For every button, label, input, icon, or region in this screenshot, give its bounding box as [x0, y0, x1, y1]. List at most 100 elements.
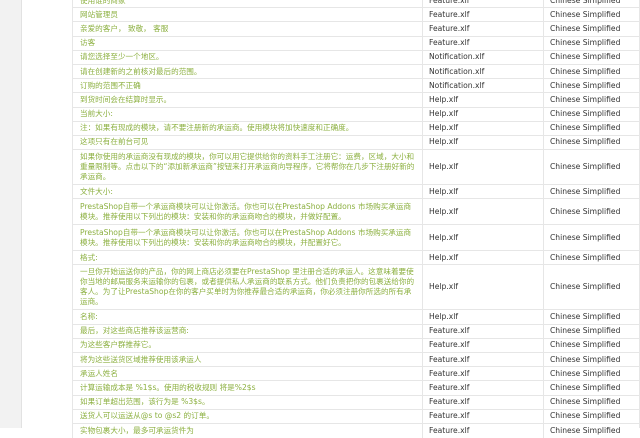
- source-text-cell: 格式:: [73, 251, 423, 265]
- source-text-cell: 这项只有在前台可见: [73, 135, 423, 149]
- language-cell: Chinese Simplified: [544, 0, 640, 8]
- table-row: 亲爱的客户， 致敬， 客服Feature.xlfChinese Simplifi…: [73, 22, 640, 36]
- source-text-cell: 为这些客户群推荐它。: [73, 338, 423, 352]
- language-cell: Chinese Simplified: [544, 199, 640, 225]
- language-cell: Chinese Simplified: [544, 251, 640, 265]
- left-panel-strip: [0, 0, 22, 428]
- file-name-cell: Help.xlf: [423, 310, 544, 324]
- table-row: 将为这些送货区域推荐使用该承运人Feature.xlfChinese Simpl…: [73, 353, 640, 367]
- source-text-cell: 访客: [73, 36, 423, 50]
- translations-table-body: 使用谁的商家Feature.xlfChinese Simplified网站管理员…: [73, 0, 640, 438]
- table-row: 到货时间会在结算时显示。Help.xlfChinese Simplified: [73, 93, 640, 107]
- source-text-cell: 送货人可以运送从@s to @s2 的订单。: [73, 409, 423, 423]
- source-text-cell: 网站管理员: [73, 8, 423, 22]
- source-text-cell: 如果你使用的承运商没有现成的模块，你可以用它提供给你的资料手工注册它：运费，区域…: [73, 150, 423, 185]
- language-cell: Chinese Simplified: [544, 50, 640, 64]
- language-cell: Chinese Simplified: [544, 64, 640, 78]
- table-row: 访客Feature.xlfChinese Simplified: [73, 36, 640, 50]
- source-text-cell: 实物包裹大小，最多可承运货件为: [73, 423, 423, 437]
- source-text-cell: 请在创建新的之前核对最后的范围。: [73, 64, 423, 78]
- table-row: PrestaShop自带一个承运商模块可以让你激活。你也可以在PrestaSho…: [73, 199, 640, 225]
- language-cell: Chinese Simplified: [544, 324, 640, 338]
- language-cell: Chinese Simplified: [544, 225, 640, 251]
- file-name-cell: Notification.xlf: [423, 79, 544, 93]
- table-row: 文件大小:Help.xlfChinese Simplified: [73, 185, 640, 199]
- table-row: 使用谁的商家Feature.xlfChinese Simplified: [73, 0, 640, 8]
- language-cell: Chinese Simplified: [544, 265, 640, 310]
- file-name-cell: Help.xlf: [423, 93, 544, 107]
- table-row: 为这些客户群推荐它。Feature.xlfChinese Simplified: [73, 338, 640, 352]
- source-text-cell: 使用谁的商家: [73, 0, 423, 8]
- table-row: 当前大小:Help.xlfChinese Simplified: [73, 107, 640, 121]
- source-text-cell: 文件大小:: [73, 185, 423, 199]
- table-row: 最后，对这些商店推荐该运营商:Feature.xlfChinese Simpli…: [73, 324, 640, 338]
- language-cell: Chinese Simplified: [544, 79, 640, 93]
- table-row: PrestaShop自带一个承运商模块可以让你激活。你也可以在PrestaSho…: [73, 225, 640, 251]
- file-name-cell: Feature.xlf: [423, 381, 544, 395]
- table-row: 承运人姓名Feature.xlfChinese Simplified: [73, 367, 640, 381]
- language-cell: Chinese Simplified: [544, 409, 640, 423]
- file-name-cell: Feature.xlf: [423, 36, 544, 50]
- source-text-cell: 亲爱的客户， 致敬， 客服: [73, 22, 423, 36]
- source-text-cell: 请您选择至少一个地区。: [73, 50, 423, 64]
- table-row: 订购的范围不正确Notification.xlfChinese Simplifi…: [73, 79, 640, 93]
- source-text-cell: 最后，对这些商店推荐该运营商:: [73, 324, 423, 338]
- file-name-cell: Help.xlf: [423, 135, 544, 149]
- table-row: 注：如果有现成的模块，请不要注册新的承运商。使用模块将加快速度和正确度。Help…: [73, 121, 640, 135]
- language-cell: Chinese Simplified: [544, 121, 640, 135]
- file-name-cell: Feature.xlf: [423, 367, 544, 381]
- source-text-cell: 计算运输成本是 %1$s。使用的税收规则 将是%2$s: [73, 381, 423, 395]
- table-row: 格式:Help.xlfChinese Simplified: [73, 251, 640, 265]
- source-text-cell: 一旦你开始运送你的产品，你的网上商店必须要在PrestaShop 里注册合适的承…: [73, 265, 423, 310]
- file-name-cell: Feature.xlf: [423, 353, 544, 367]
- table-row: 如果你使用的承运商没有现成的模块，你可以用它提供给你的资料手工注册它：运费，区域…: [73, 150, 640, 185]
- translations-table: 使用谁的商家Feature.xlfChinese Simplified网站管理员…: [72, 0, 640, 438]
- source-text-cell: 承运人姓名: [73, 367, 423, 381]
- source-text-cell: 将为这些送货区域推荐使用该承运人: [73, 353, 423, 367]
- file-name-cell: Help.xlf: [423, 121, 544, 135]
- file-name-cell: Help.xlf: [423, 199, 544, 225]
- file-name-cell: Feature.xlf: [423, 409, 544, 423]
- language-cell: Chinese Simplified: [544, 423, 640, 437]
- table-row: 请您选择至少一个地区。Notification.xlfChinese Simpl…: [73, 50, 640, 64]
- source-text-cell: 如果订单超出范围，该行为是 %3$s。: [73, 395, 423, 409]
- file-name-cell: Feature.xlf: [423, 324, 544, 338]
- file-name-cell: Feature.xlf: [423, 22, 544, 36]
- file-name-cell: Feature.xlf: [423, 395, 544, 409]
- source-text-cell: PrestaShop自带一个承运商模块可以让你激活。你也可以在PrestaSho…: [73, 225, 423, 251]
- file-name-cell: Help.xlf: [423, 150, 544, 185]
- source-text-cell: 名称:: [73, 310, 423, 324]
- file-name-cell: Feature.xlf: [423, 8, 544, 22]
- file-name-cell: Feature.xlf: [423, 338, 544, 352]
- language-cell: Chinese Simplified: [544, 150, 640, 185]
- language-cell: Chinese Simplified: [544, 310, 640, 324]
- table-row: 名称:Help.xlfChinese Simplified: [73, 310, 640, 324]
- file-name-cell: Help.xlf: [423, 225, 544, 251]
- language-cell: Chinese Simplified: [544, 107, 640, 121]
- table-row: 送货人可以运送从@s to @s2 的订单。Feature.xlfChinese…: [73, 409, 640, 423]
- language-cell: Chinese Simplified: [544, 353, 640, 367]
- file-name-cell: Notification.xlf: [423, 50, 544, 64]
- file-name-cell: Help.xlf: [423, 107, 544, 121]
- table-row: 请在创建新的之前核对最后的范围。Notification.xlfChinese …: [73, 64, 640, 78]
- table-row: 实物包裹大小，最多可承运货件为Feature.xlfChinese Simpli…: [73, 423, 640, 437]
- language-cell: Chinese Simplified: [544, 338, 640, 352]
- file-name-cell: Help.xlf: [423, 185, 544, 199]
- table-row: 计算运输成本是 %1$s。使用的税收规则 将是%2$sFeature.xlfCh…: [73, 381, 640, 395]
- file-name-cell: Feature.xlf: [423, 0, 544, 8]
- table-row: 如果订单超出范围，该行为是 %3$s。Feature.xlfChinese Si…: [73, 395, 640, 409]
- language-cell: Chinese Simplified: [544, 367, 640, 381]
- table-row: 网站管理员Feature.xlfChinese Simplified: [73, 8, 640, 22]
- language-cell: Chinese Simplified: [544, 185, 640, 199]
- file-name-cell: Help.xlf: [423, 265, 544, 310]
- language-cell: Chinese Simplified: [544, 36, 640, 50]
- language-cell: Chinese Simplified: [544, 381, 640, 395]
- source-text-cell: PrestaShop自带一个承运商模块可以让你激活。你也可以在PrestaSho…: [73, 199, 423, 225]
- language-cell: Chinese Simplified: [544, 8, 640, 22]
- language-cell: Chinese Simplified: [544, 395, 640, 409]
- table-row: 一旦你开始运送你的产品，你的网上商店必须要在PrestaShop 里注册合适的承…: [73, 265, 640, 310]
- source-text-cell: 订购的范围不正确: [73, 79, 423, 93]
- file-name-cell: Notification.xlf: [423, 64, 544, 78]
- source-text-cell: 注：如果有现成的模块，请不要注册新的承运商。使用模块将加快速度和正确度。: [73, 121, 423, 135]
- language-cell: Chinese Simplified: [544, 22, 640, 36]
